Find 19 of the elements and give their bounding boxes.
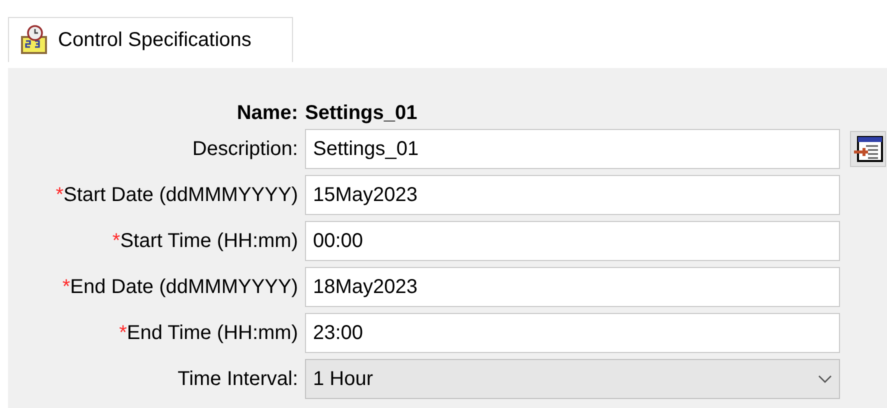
input-field[interactable]: 18May2023 (305, 267, 840, 307)
input-field[interactable]: 23:00 (305, 313, 840, 353)
field-label: Time Interval: (176, 368, 298, 390)
input-field[interactable]: 00:00 (305, 221, 840, 261)
field-label: *End Time (HH:mm) (118, 322, 298, 344)
insert-list-icon (853, 135, 883, 163)
dropdown[interactable]: 1 Hour (305, 359, 840, 399)
clock-icon (18, 24, 50, 56)
field-label: Description: (191, 138, 298, 160)
field-label: *Start Time (HH:mm) (111, 230, 298, 252)
control-specifications-tab[interactable]: Control Specifications (8, 17, 293, 62)
input-field[interactable]: Settings_01 (305, 129, 840, 169)
name-label: Name: (236, 102, 298, 124)
chevron-down-icon (818, 374, 832, 384)
editor-button[interactable] (850, 131, 886, 167)
input-field[interactable]: 15May2023 (305, 175, 840, 215)
field-label: *End Date (ddMMMYYYY) (61, 276, 298, 298)
field-label: *Start Date (ddMMMYYYY) (54, 184, 298, 206)
name-value: Settings_01 (305, 102, 418, 124)
